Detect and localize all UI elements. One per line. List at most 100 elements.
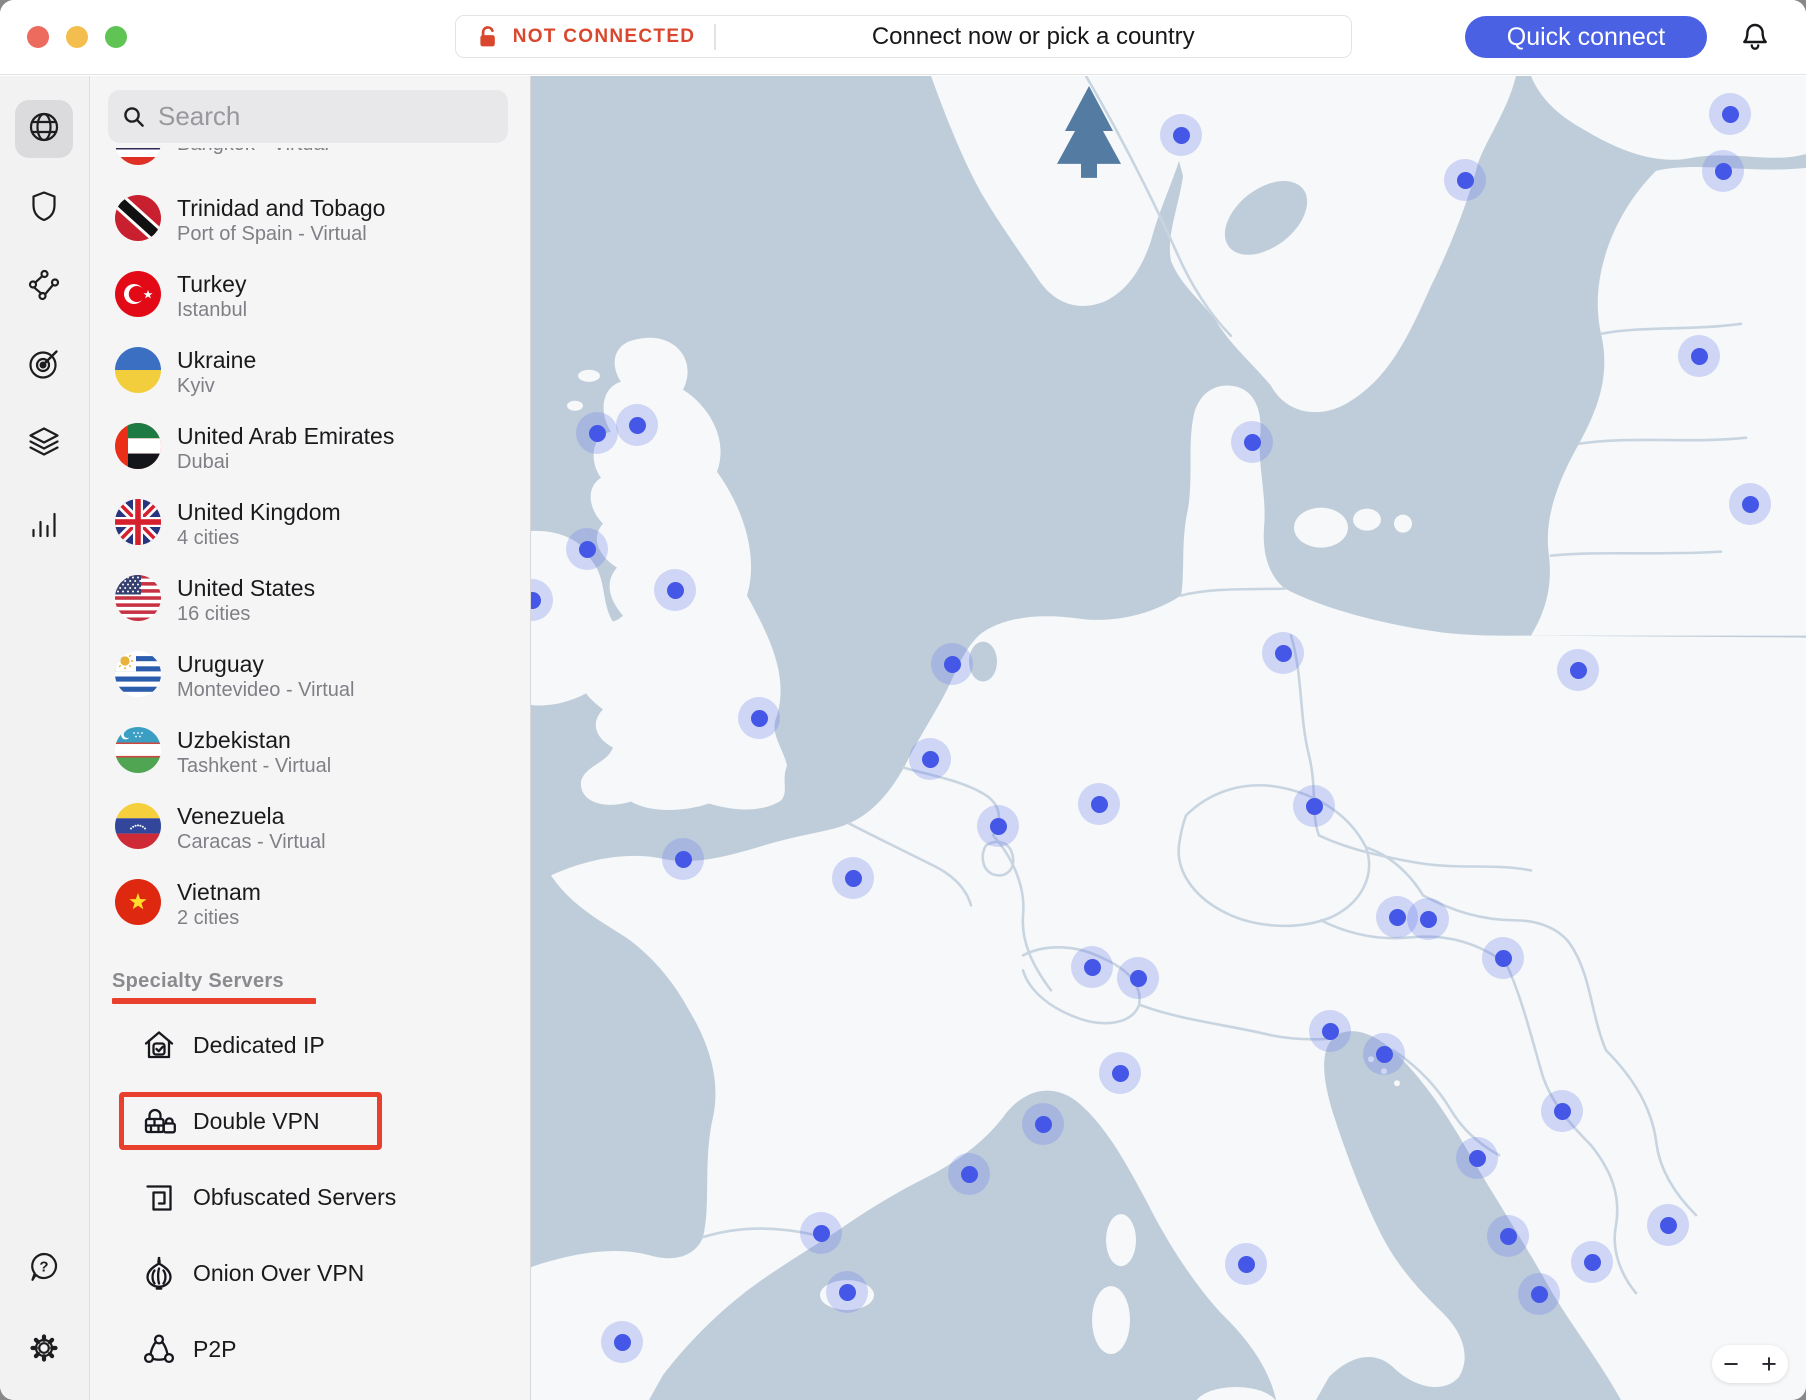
server-pin[interactable] (1293, 785, 1335, 827)
server-pin[interactable] (909, 738, 951, 780)
country-item-united-states[interactable]: United States16 cities (90, 562, 531, 638)
server-pin[interactable] (1678, 335, 1720, 377)
server-pin[interactable] (948, 1153, 990, 1195)
server-pin[interactable] (1729, 483, 1771, 525)
server-pin[interactable] (977, 805, 1019, 847)
onion-icon (139, 1254, 177, 1292)
country-city: Dubai (177, 450, 394, 475)
server-pin[interactable] (576, 412, 618, 454)
country-item[interactable]: Bangkok - Virtual (90, 148, 531, 182)
server-pin[interactable] (1571, 1241, 1613, 1283)
server-pin[interactable] (1444, 159, 1486, 201)
minimize-button[interactable] (66, 26, 88, 48)
server-pin[interactable] (931, 643, 973, 685)
country-item-turkey[interactable]: TurkeyIstanbul (90, 258, 531, 334)
country-item-uzbekistan[interactable]: UzbekistanTashkent - Virtual (90, 714, 531, 790)
server-pin[interactable] (1647, 1204, 1689, 1246)
target-icon (25, 345, 63, 388)
server-pin[interactable] (1557, 649, 1599, 691)
rail-item-statistics[interactable] (15, 495, 73, 553)
server-pin[interactable] (1309, 1010, 1351, 1052)
sidebar-icon-rail: ? (0, 76, 90, 1400)
server-pin[interactable] (566, 528, 608, 570)
specialty-item-obfuscated-servers[interactable]: Obfuscated Servers (90, 1159, 531, 1235)
server-list-panel: Bangkok - VirtualTrinidad and TobagoPort… (90, 76, 531, 1400)
server-pin[interactable] (1541, 1090, 1583, 1132)
server-pin[interactable] (1709, 93, 1751, 135)
top-bar: NOT CONNECTED Connect now or pick a coun… (0, 0, 1806, 75)
uzbekistan-flag-icon (115, 727, 161, 778)
server-pin[interactable] (1160, 114, 1202, 156)
zoom-out-button[interactable]: − (1715, 1351, 1747, 1378)
server-pin[interactable] (1262, 632, 1304, 674)
country-list: Bangkok - VirtualTrinidad and TobagoPort… (90, 148, 531, 942)
rail-item-security[interactable] (15, 179, 73, 237)
country-name: Trinidad and Tobago (177, 194, 385, 222)
country-city: Kyiv (177, 374, 256, 399)
server-pin[interactable] (616, 404, 658, 446)
server-pin[interactable] (1071, 946, 1113, 988)
country-scroll-area[interactable]: Bangkok - VirtualTrinidad and TobagoPort… (90, 148, 531, 1400)
country-name: United States (177, 574, 315, 602)
server-pin[interactable] (738, 697, 780, 739)
united-arab-emirates-flag-icon (115, 423, 161, 474)
server-pin[interactable] (1407, 898, 1449, 940)
server-pin[interactable] (1078, 783, 1120, 825)
rail-item-settings[interactable] (15, 1321, 73, 1379)
server-pin[interactable] (1702, 150, 1744, 192)
server-pin[interactable] (832, 857, 874, 899)
server-pin[interactable] (1225, 1243, 1267, 1285)
server-pin[interactable] (662, 838, 704, 880)
rail-item-threat-protection[interactable] (15, 337, 73, 395)
country-city: 2 cities (177, 906, 261, 931)
app-window: NOT CONNECTED Connect now or pick a coun… (0, 0, 1806, 1400)
specialty-item-onion-over-vpn[interactable]: Onion Over VPN (90, 1235, 531, 1311)
server-pin[interactable] (1099, 1052, 1141, 1094)
specialty-item-dedicated-ip[interactable]: Dedicated IP (90, 1007, 531, 1083)
country-name: United Arab Emirates (177, 422, 394, 450)
close-button[interactable] (27, 26, 49, 48)
rail-item-help[interactable]: ? (15, 1241, 73, 1299)
specialty-item-p2p[interactable]: P2P (90, 1311, 531, 1387)
server-pin[interactable] (1482, 937, 1524, 979)
country-item-uruguay[interactable]: UruguayMontevideo - Virtual (90, 638, 531, 714)
notifications-bell-icon[interactable] (1736, 19, 1774, 57)
server-pin[interactable] (1022, 1103, 1064, 1145)
quick-connect-button[interactable]: Quick connect (1465, 16, 1707, 58)
rail-item-meshnet[interactable] (15, 258, 73, 316)
search-box[interactable] (108, 90, 508, 143)
rail-item-regions[interactable] (15, 416, 73, 474)
layers-icon (25, 424, 63, 467)
server-pin[interactable] (601, 1321, 643, 1363)
country-name: Uruguay (177, 650, 355, 678)
server-pin[interactable] (826, 1271, 868, 1313)
country-city: Caracas - Virtual (177, 830, 326, 855)
specialty-item-double-vpn[interactable]: Double VPN (90, 1083, 531, 1159)
country-item-united-arab-emirates[interactable]: United Arab EmiratesDubai (90, 410, 531, 486)
country-item-ukraine[interactable]: UkraineKyiv (90, 334, 531, 410)
country-item-vietnam[interactable]: Vietnam2 cities (90, 866, 531, 942)
server-pin[interactable] (1231, 421, 1273, 463)
connect-prompt[interactable]: Connect now or pick a country (716, 23, 1352, 51)
rail-item-countries[interactable] (15, 100, 73, 158)
server-pin[interactable] (1518, 1273, 1560, 1315)
server-pin[interactable] (1117, 957, 1159, 999)
country-item-venezuela[interactable]: VenezuelaCaracas - Virtual (90, 790, 531, 866)
country-name: Vietnam (177, 878, 261, 906)
server-pin[interactable] (1363, 1033, 1405, 1075)
globe-icon (25, 108, 63, 151)
zoom-in-button[interactable]: + (1753, 1351, 1785, 1378)
country-item-trinidad-and-tobago[interactable]: Trinidad and TobagoPort of Spain - Virtu… (90, 182, 531, 258)
server-pin[interactable] (1487, 1215, 1529, 1257)
search-input[interactable] (158, 101, 478, 132)
server-pin[interactable] (1456, 1137, 1498, 1179)
server-pin[interactable] (800, 1212, 842, 1254)
specialty-label: Double VPN (193, 1108, 320, 1135)
server-pin[interactable] (654, 569, 696, 611)
country-city: Montevideo - Virtual (177, 678, 355, 703)
country-item-united-kingdom[interactable]: United Kingdom4 cities (90, 486, 531, 562)
shield-icon (25, 187, 63, 230)
country-name: Uzbekistan (177, 726, 331, 754)
world-map[interactable]: − + (531, 76, 1806, 1400)
fullscreen-button[interactable] (105, 26, 127, 48)
